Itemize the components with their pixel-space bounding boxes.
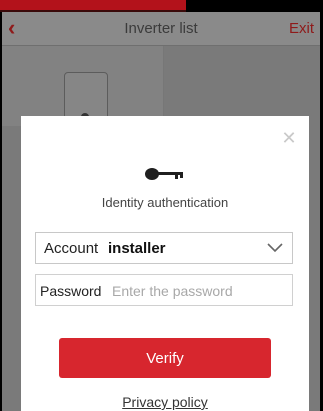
page-title: Inverter list [124, 20, 198, 37]
chevron-down-icon [267, 243, 283, 253]
dialog-title: Identity authentication [101, 195, 229, 210]
verify-button[interactable]: Verify [59, 338, 271, 378]
password-label: Password [40, 283, 102, 299]
privacy-policy-link[interactable]: Privacy policy [21, 394, 309, 410]
exit-button[interactable]: Exit [289, 20, 314, 37]
account-value: installer [108, 240, 166, 257]
identity-auth-dialog: ✕ Identity authentication Account instal… [21, 116, 309, 411]
app-screen: ‹ Inverter list Exit ✕ Identity authenti… [2, 12, 320, 411]
top-banner [0, 0, 186, 12]
password-input[interactable] [112, 279, 288, 303]
key-icon [145, 168, 183, 180]
device-frame: ‹ Inverter list Exit ✕ Identity authenti… [0, 0, 323, 411]
close-icon[interactable]: ✕ [281, 129, 297, 147]
account-label: Account [44, 240, 99, 257]
password-field: Password [35, 274, 293, 306]
account-select[interactable]: Account installer [35, 232, 293, 264]
app-header: ‹ Inverter list Exit [2, 12, 320, 46]
